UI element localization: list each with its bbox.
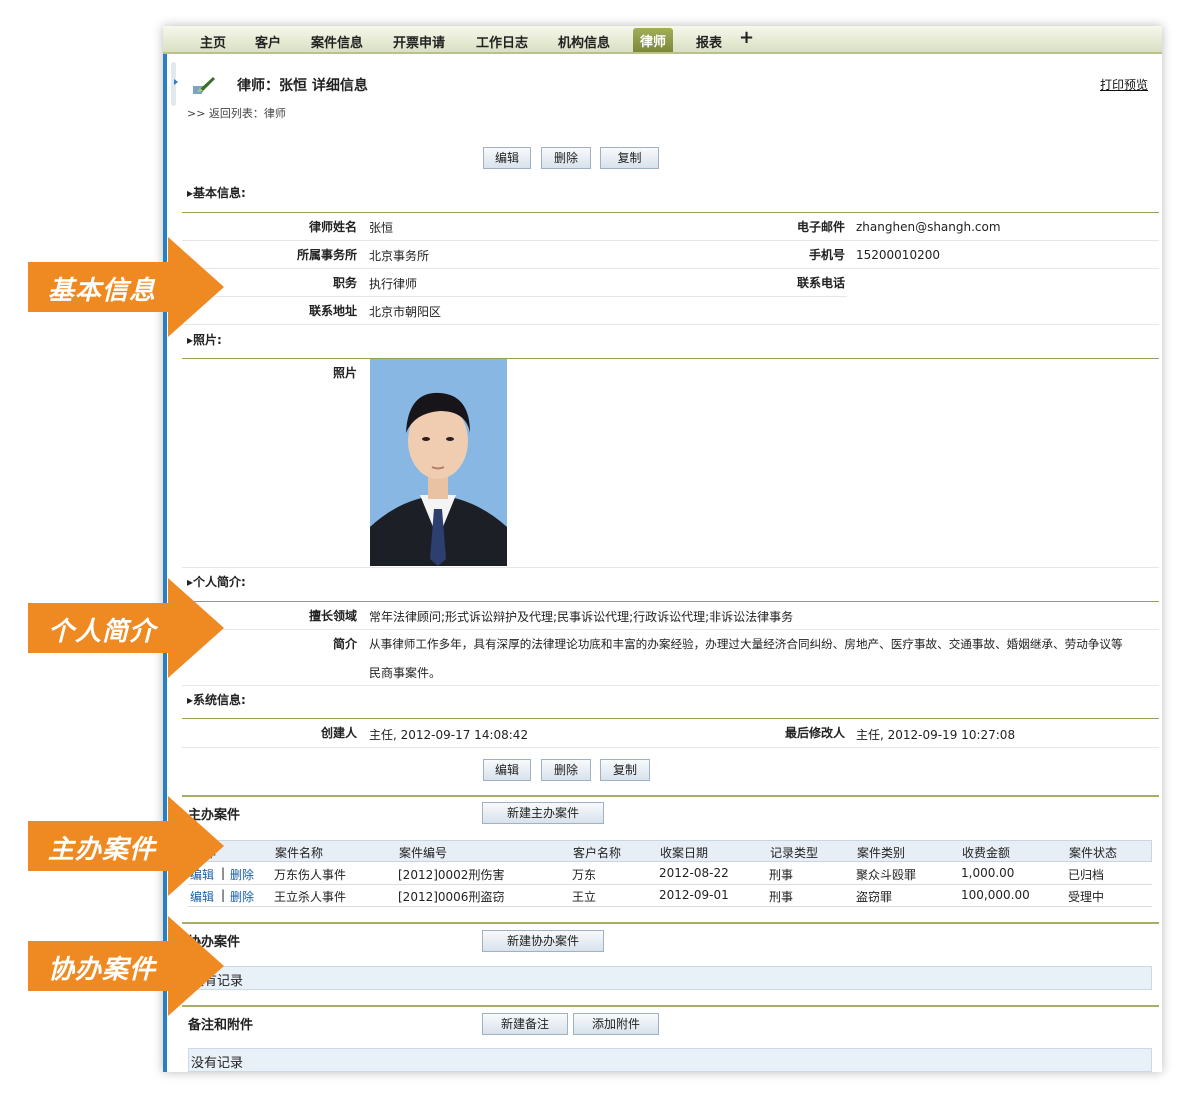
breadcrumb[interactable]: >> 返回列表：律师 [187, 105, 286, 121]
col-category[interactable]: 案件类别 [857, 844, 905, 861]
expertise-label: 擅长领域 [308, 609, 357, 623]
position-value: 执行律师 [369, 277, 418, 291]
row-delete-link[interactable]: 删除 [230, 888, 254, 905]
case-code: [2012]0002刑伤害 [398, 868, 505, 882]
firm-value: 北京事务所 [369, 249, 430, 263]
delete-button[interactable]: 删除 [541, 147, 591, 169]
address-value: 北京市朝阳区 [369, 305, 442, 319]
case-category: 盗窃罪 [856, 890, 893, 904]
creator-value: 主任, 2012-09-17 14:08:42 [369, 728, 529, 742]
assist-cases-empty: 没有记录 [188, 966, 1152, 990]
lawyer-photo [370, 359, 507, 566]
section-divider [182, 718, 1159, 719]
table-row: 编辑 | 删除 王立杀人事件 [2012]0006刑盗窃 王立 2012-09-… [188, 885, 1152, 907]
record-type: 刑事 [769, 868, 794, 882]
edit-record-icon [193, 77, 215, 94]
tab-cases[interactable]: 案件信息 [311, 32, 363, 51]
col-case-code[interactable]: 案件编号 [399, 844, 447, 861]
callout-basic-info: 基本信息 [28, 237, 224, 337]
case-date: 2012-09-01 [659, 888, 729, 902]
new-assist-case-button[interactable]: 新建协办案件 [482, 930, 604, 952]
client-name: 万东 [572, 868, 597, 882]
section-divider [182, 358, 1159, 359]
case-code: [2012]0006刑盗窃 [398, 890, 505, 904]
firm-label: 所属事务所 [296, 248, 357, 262]
creator-label: 创建人 [320, 726, 357, 740]
print-preview-link[interactable]: 打印预览 [1100, 76, 1148, 93]
mobile-value: 15200010200 [856, 248, 940, 262]
tab-home[interactable]: 主页 [200, 32, 226, 51]
page-title: 律师：张恒 详细信息 [237, 78, 368, 94]
notes-panel-border [182, 1005, 1159, 1007]
basic-info-heading: ▸基本信息: [187, 186, 246, 200]
col-fee[interactable]: 收费金额 [962, 844, 1010, 861]
name-label: 律师姓名 [308, 220, 357, 234]
case-date: 2012-08-22 [659, 866, 729, 880]
tab-worklog[interactable]: 工作日志 [476, 32, 528, 51]
intro-label: 简介 [332, 637, 357, 651]
edit-button[interactable]: 编辑 [483, 147, 531, 169]
row-delete-link[interactable]: 删除 [230, 866, 254, 883]
email-label: 电子邮件 [796, 220, 845, 234]
tab-org[interactable]: 机构信息 [558, 32, 610, 51]
mobile-label: 手机号 [808, 248, 845, 262]
photo-label: 照片 [332, 366, 357, 380]
edit-button-bottom[interactable]: 编辑 [483, 759, 531, 781]
record-type: 刑事 [769, 890, 794, 904]
col-client[interactable]: 客户名称 [573, 844, 621, 861]
case-status: 已归档 [1068, 868, 1105, 882]
system-heading: ▸系统信息: [187, 693, 246, 707]
col-record-type[interactable]: 记录类型 [770, 844, 818, 861]
notes-title: 备注和附件 [188, 1018, 254, 1033]
tab-reports[interactable]: 报表 [696, 32, 722, 51]
section-divider [182, 601, 1159, 602]
address-label: 联系地址 [308, 304, 357, 318]
add-tab-button[interactable]: + [739, 27, 754, 48]
section-divider [182, 212, 1159, 213]
position-label: 职务 [332, 276, 357, 290]
callout-profile: 个人简介 [28, 578, 224, 678]
assist-cases-panel-border [182, 922, 1159, 924]
top-nav: 主页 客户 案件信息 开票申请 工作日志 机构信息 律师 报表 + [163, 26, 1162, 54]
new-note-button[interactable]: 新建备注 [482, 1013, 568, 1035]
notes-empty: 没有记录 [188, 1048, 1152, 1072]
table-header: 操作 案件名称 案件编号 客户名称 收案日期 记录类型 案件类别 收费金额 案件… [188, 840, 1152, 862]
intro-line-1: 从事律师工作多年，具有深厚的法律理论功底和丰富的办案经验，办理过大量经济合同纠纷… [369, 637, 1123, 651]
app-window: 主页 客户 案件信息 开票申请 工作日志 机构信息 律师 报表 + 律师：张恒 … [163, 26, 1162, 1072]
new-main-case-button[interactable]: 新建主办案件 [482, 802, 604, 824]
col-date[interactable]: 收案日期 [660, 844, 708, 861]
lawyer-name: 张恒 [369, 221, 394, 235]
case-name: 王立杀人事件 [274, 890, 347, 904]
copy-button-bottom[interactable]: 复制 [600, 759, 650, 781]
phone-label: 联系电话 [796, 276, 845, 290]
modifier-value: 主任, 2012-09-19 10:27:08 [856, 728, 1016, 742]
tab-lawyers[interactable]: 律师 [633, 28, 674, 52]
expertise-value: 常年法律顾问;形式诉讼辩护及代理;民事诉讼代理;行政诉讼代理;非诉讼法律事务 [369, 610, 794, 624]
tab-clients[interactable]: 客户 [255, 32, 281, 51]
main-cases-panel-border [182, 795, 1159, 797]
copy-button[interactable]: 复制 [600, 147, 659, 169]
expand-arrow-icon[interactable] [174, 79, 178, 85]
case-fee: 1,000.00 [961, 866, 1015, 880]
add-attachment-button[interactable]: 添加附件 [573, 1013, 659, 1035]
callout-main-cases: 主办案件 [28, 796, 224, 896]
table-row: 编辑 | 删除 万东伤人事件 [2012]0002刑伤害 万东 2012-08-… [188, 863, 1152, 885]
col-status[interactable]: 案件状态 [1069, 844, 1117, 861]
intro-line-2: 民商事案件。 [369, 666, 442, 680]
case-name: 万东伤人事件 [274, 868, 347, 882]
col-case-name[interactable]: 案件名称 [275, 844, 323, 861]
email-value: zhanghen@shangh.com [856, 220, 1001, 234]
client-name: 王立 [572, 890, 597, 904]
callout-assist-cases: 协办案件 [28, 916, 224, 1016]
tab-invoice[interactable]: 开票申请 [393, 32, 445, 51]
delete-button-bottom[interactable]: 删除 [541, 759, 591, 781]
case-category: 聚众斗殴罪 [856, 868, 917, 882]
case-fee: 100,000.00 [961, 888, 1030, 902]
modifier-label: 最后修改人 [784, 726, 845, 740]
case-status: 受理中 [1068, 890, 1105, 904]
